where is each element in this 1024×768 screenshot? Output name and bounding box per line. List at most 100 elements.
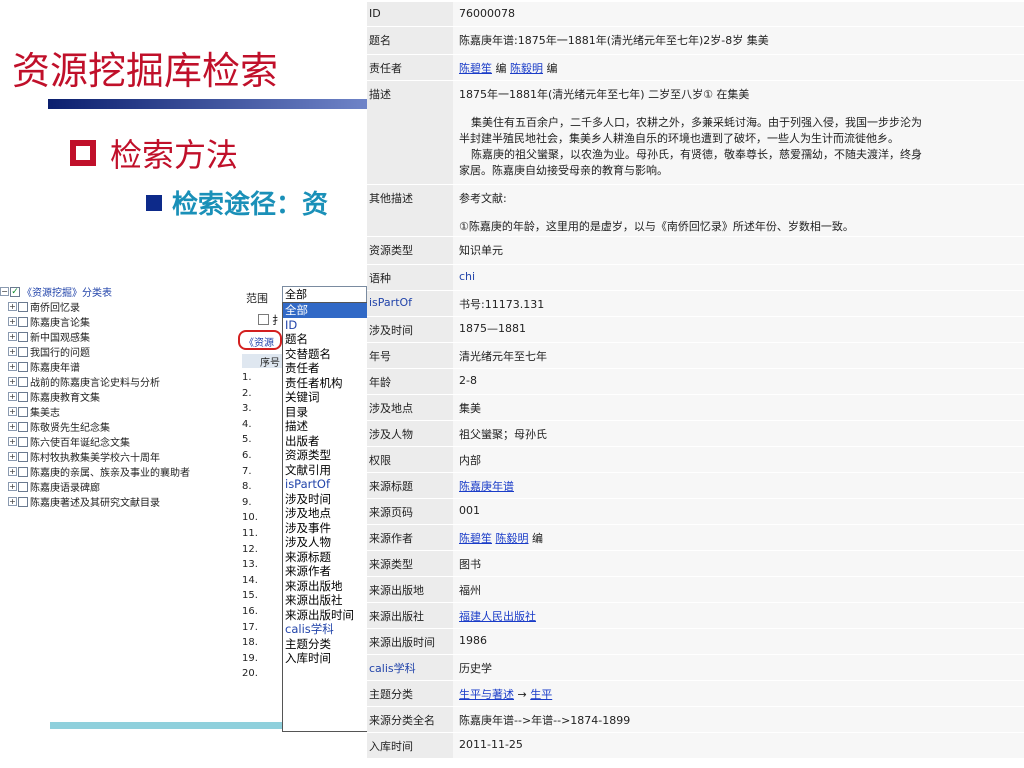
tree-item-label[interactable]: 陈敬贤先生纪念集 [30, 419, 110, 434]
dropdown-option[interactable]: 涉及人物 [283, 535, 367, 550]
expand-icon[interactable]: + [8, 437, 17, 446]
tree-item-label[interactable]: 陈嘉庚的亲属、族亲及事业的襄助者 [30, 464, 190, 479]
dropdown-option[interactable]: 主题分类 [283, 637, 367, 652]
dropdown-option[interactable]: 关键词 [283, 390, 367, 405]
dropdown-option[interactable]: 描述 [283, 419, 367, 434]
dropdown-option[interactable]: isPartOf [283, 477, 367, 492]
bullet-search-method: 检索方法 [70, 130, 238, 176]
author-link[interactable]: 陈毅明 [510, 62, 543, 75]
dropdown-option[interactable]: 目录 [283, 405, 367, 420]
checkbox[interactable] [18, 301, 28, 312]
range-select[interactable]: 全部 [282, 286, 367, 303]
tree-item[interactable]: + 陈敬贤先生纪念集 [0, 419, 232, 434]
tree-item[interactable]: + 战前的陈嘉庚言论史料与分析 [0, 374, 232, 389]
tree-item-label[interactable]: 我国行的问题 [30, 344, 90, 359]
field-dropdown-list[interactable]: 全部 ID 题名 交替题名 责任者 责任者机构 关键词 目录 描述 出版者 资源… [282, 302, 368, 732]
tree-item[interactable]: + 新中国观感集 [0, 329, 232, 344]
tree-item-label[interactable]: 陈嘉庚教育文集 [30, 389, 100, 404]
dropdown-option[interactable]: 来源作者 [283, 564, 367, 579]
dropdown-option[interactable]: 题名 [283, 332, 367, 347]
expand-icon[interactable]: − [0, 287, 9, 296]
tree-item[interactable]: + 陈嘉庚教育文集 [0, 389, 232, 404]
subject-link[interactable]: 生平与著述 [459, 688, 514, 701]
expand-icon[interactable]: + [8, 392, 17, 401]
dropdown-option[interactable]: 涉及地点 [283, 506, 367, 521]
tree-item[interactable]: + 南侨回忆录 [0, 299, 232, 314]
publisher-link[interactable]: 福建人民出版社 [459, 610, 536, 623]
expand-icon[interactable]: + [8, 302, 17, 311]
subject-link[interactable]: 生平 [530, 688, 552, 701]
expand-icon[interactable]: + [8, 407, 17, 416]
tree-item[interactable]: + 集美志 [0, 404, 232, 419]
dropdown-option[interactable]: 来源出版时间 [283, 608, 367, 623]
tree-item-label[interactable]: 陈嘉庚著述及其研究文献目录 [30, 494, 160, 509]
dropdown-option[interactable]: 资源类型 [283, 448, 367, 463]
expand-icon[interactable]: + [8, 467, 17, 476]
tree-item[interactable]: + 陈嘉庚的亲属、族亲及事业的襄助者 [0, 464, 232, 479]
checked-checkbox-icon[interactable]: ✓ [10, 286, 20, 297]
tree-item-label[interactable]: 陈村牧执教集美学校六十周年 [30, 449, 160, 464]
tree-item-label[interactable]: 新中国观感集 [30, 329, 90, 344]
expand-icon[interactable]: + [8, 317, 17, 326]
dropdown-option[interactable]: 责任者 [283, 361, 367, 376]
result-tab[interactable]: 《资源 [238, 330, 282, 350]
source-author-link[interactable]: 陈毅明 [496, 532, 529, 545]
tree-item[interactable]: + 陈嘉庚言论集 [0, 314, 232, 329]
checkbox[interactable] [18, 436, 28, 447]
expand-icon[interactable]: + [8, 362, 17, 371]
checkbox[interactable] [18, 331, 28, 342]
tree-item-label[interactable]: 战前的陈嘉庚言论史料与分析 [30, 374, 160, 389]
dropdown-option[interactable]: 来源出版地 [283, 579, 367, 594]
dropdown-option[interactable]: ID [283, 318, 367, 333]
dropdown-option[interactable]: 交替题名 [283, 347, 367, 362]
checkbox[interactable] [18, 376, 28, 387]
dropdown-option[interactable]: 涉及事件 [283, 521, 367, 536]
dropdown-option[interactable]: 文献引用 [283, 463, 367, 478]
checkbox[interactable] [18, 466, 28, 477]
dropdown-option[interactable]: 出版者 [283, 434, 367, 449]
checkbox[interactable] [18, 361, 28, 372]
author-link[interactable]: 陈碧笙 [459, 62, 492, 75]
checkbox[interactable] [18, 316, 28, 327]
tree-item-label[interactable]: 陈六使百年诞纪念文集 [30, 434, 130, 449]
checkbox[interactable] [18, 346, 28, 357]
checkbox[interactable] [18, 481, 28, 492]
source-author-link[interactable]: 陈碧笙 [459, 532, 492, 545]
table-row: 年号 清光绪元年至七年 [367, 342, 1024, 369]
dropdown-option[interactable]: 涉及时间 [283, 492, 367, 507]
checkbox[interactable] [18, 421, 28, 432]
tree-root-label[interactable]: 《资源挖掘》分类表 [22, 284, 112, 299]
expand-icon[interactable]: + [8, 497, 17, 506]
tree-item-label[interactable]: 陈嘉庚年谱 [30, 359, 80, 374]
tree-item[interactable]: + 陈村牧执教集美学校六十周年 [0, 449, 232, 464]
expand-icon[interactable]: + [8, 422, 17, 431]
checkbox[interactable] [18, 496, 28, 507]
dropdown-option[interactable]: calis学科 [283, 622, 367, 637]
dropdown-option[interactable]: 责任者机构 [283, 376, 367, 391]
source-title-link[interactable]: 陈嘉庚年谱 [459, 480, 514, 493]
expand-icon[interactable]: + [8, 482, 17, 491]
dropdown-option-selected[interactable]: 全部 [283, 303, 367, 318]
expand-icon[interactable]: + [8, 332, 17, 341]
expand-checkbox[interactable] [258, 314, 269, 325]
category-tree: − ✓ 《资源挖掘》分类表 + 南侨回忆录 + 陈嘉庚言论集 + 新中国观感集 + 我国… [0, 284, 232, 716]
tree-root[interactable]: − ✓ 《资源挖掘》分类表 [0, 284, 232, 299]
dropdown-option[interactable]: 入库时间 [283, 651, 367, 666]
tree-item[interactable]: + 陈嘉庚语录碑廊 [0, 479, 232, 494]
tree-item-label[interactable]: 陈嘉庚言论集 [30, 314, 90, 329]
dropdown-option[interactable]: 来源出版社 [283, 593, 367, 608]
tree-item[interactable]: + 我国行的问题 [0, 344, 232, 359]
expand-icon[interactable]: + [8, 452, 17, 461]
tree-item-label[interactable]: 集美志 [30, 404, 60, 419]
dropdown-option[interactable]: 来源标题 [283, 550, 367, 565]
tree-item[interactable]: + 陈嘉庚著述及其研究文献目录 [0, 494, 232, 509]
tree-item[interactable]: + 陈六使百年诞纪念文集 [0, 434, 232, 449]
expand-icon[interactable]: + [8, 377, 17, 386]
tree-item[interactable]: + 陈嘉庚年谱 [0, 359, 232, 374]
tree-item-label[interactable]: 南侨回忆录 [30, 299, 80, 314]
checkbox[interactable] [18, 406, 28, 417]
expand-icon[interactable]: + [8, 347, 17, 356]
tree-item-label[interactable]: 陈嘉庚语录碑廊 [30, 479, 100, 494]
checkbox[interactable] [18, 391, 28, 402]
checkbox[interactable] [18, 451, 28, 462]
